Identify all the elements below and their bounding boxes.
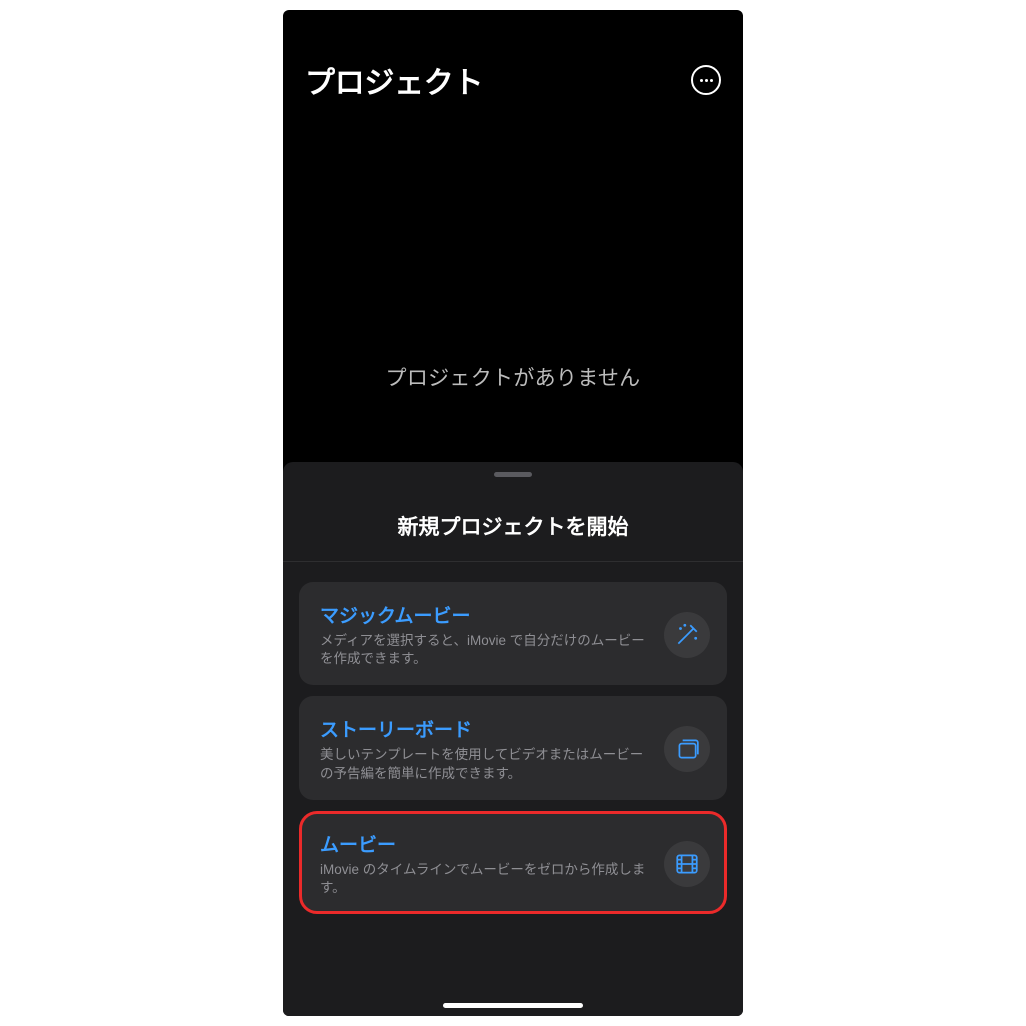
options-list: マジックムービー メディアを選択すると、iMovie で自分だけのムービーを作成… (283, 562, 743, 914)
empty-message: プロジェクトがありません (386, 362, 641, 392)
option-magic-movie[interactable]: マジックムービー メディアを選択すると、iMovie で自分だけのムービーを作成… (299, 582, 727, 685)
option-title: マジックムービー (320, 601, 652, 628)
storyboard-icon (664, 726, 710, 772)
option-title: ストーリーボード (320, 715, 652, 742)
option-title: ムービー (320, 830, 652, 857)
app-screen: プロジェクト プロジェクトがありません 新規プロジェクトを開始 マジックムービー… (283, 10, 743, 1016)
more-button[interactable] (691, 65, 721, 95)
empty-state: プロジェクトがありません (283, 102, 743, 462)
option-desc: 美しいテンプレートを使用してビデオまたはムービーの予告編を簡単に作成できます。 (320, 746, 652, 782)
page-title: プロジェクト (305, 58, 483, 102)
header: プロジェクト (283, 10, 743, 102)
new-project-sheet: 新規プロジェクトを開始 マジックムービー メディアを選択すると、iMovie で… (283, 462, 743, 1016)
more-icon (700, 79, 703, 82)
option-desc: メディアを選択すると、iMovie で自分だけのムービーを作成できます。 (320, 632, 652, 668)
option-desc: iMovie のタイムラインでムービーをゼロから作成します。 (320, 861, 652, 897)
home-indicator[interactable] (443, 1003, 583, 1008)
sheet-title: 新規プロジェクトを開始 (283, 495, 743, 561)
option-storyboard[interactable]: ストーリーボード 美しいテンプレートを使用してビデオまたはムービーの予告編を簡単… (299, 696, 727, 799)
film-icon (664, 841, 710, 887)
option-movie[interactable]: ムービー iMovie のタイムラインでムービーをゼロから作成します。 (299, 811, 727, 914)
magic-wand-icon (664, 612, 710, 658)
sheet-grabber[interactable] (494, 472, 532, 477)
